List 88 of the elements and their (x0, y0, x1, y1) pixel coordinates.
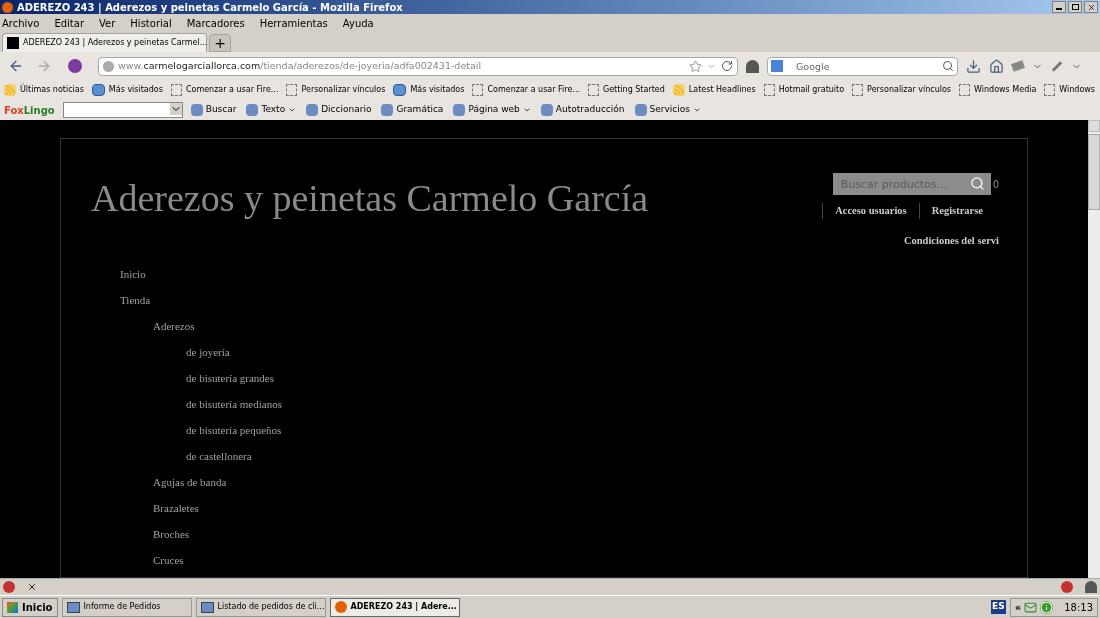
nav-link[interactable]: Cruces (153, 546, 1027, 573)
page-icon (170, 84, 182, 96)
scrollbar[interactable] (1088, 120, 1100, 578)
site-title: Aderezos y peinetas Carmelo García (91, 179, 649, 221)
download-icon[interactable] (966, 58, 981, 74)
minimize-icon (1056, 8, 1062, 10)
address-bar[interactable]: www.carmelogarciallorca.com/tienda/aderezos/de-joyeria/adfa002431-detail (98, 56, 738, 76)
new-tab-button[interactable]: + (209, 34, 231, 52)
clock: 18:13 (1064, 600, 1093, 615)
toolbar-button[interactable]: Texto (246, 103, 299, 117)
foxlingo-logo[interactable]: FoxLingo (4, 102, 55, 118)
page-icon (1044, 84, 1056, 96)
toolbar-button[interactable]: Buscar (190, 103, 239, 117)
page-icon (852, 84, 864, 96)
bookmark[interactable]: Windows Media (959, 84, 1037, 96)
bookmark-star-icon[interactable] (689, 59, 702, 73)
nav-link[interactable]: Tienda (120, 286, 1027, 313)
page-icon (472, 84, 484, 96)
foxlingo-input[interactable] (62, 102, 183, 118)
mail-icon[interactable] (1024, 600, 1038, 614)
home-icon[interactable] (989, 58, 1004, 74)
terms-link[interactable]: Condiciones del servi (903, 232, 999, 249)
reload-icon[interactable] (721, 60, 733, 72)
menu-item[interactable]: Ayuda (342, 15, 374, 31)
close-button[interactable] (1084, 1, 1098, 13)
cart-count: 0 (992, 177, 999, 192)
nav-link[interactable]: de castellonera (186, 442, 1027, 469)
feed-icon (4, 84, 16, 96)
bookmark[interactable]: Windows (1044, 84, 1096, 96)
bookmark[interactable]: Personalizar vínculos (852, 84, 952, 96)
caret-icon (692, 106, 701, 114)
nav-link[interactable]: Brazaletes (153, 494, 1027, 521)
page-icon (763, 84, 775, 96)
bookmark[interactable]: Comenzar a usar Fire... (170, 84, 279, 96)
bookmark[interactable]: Latest Headlines (672, 84, 756, 96)
toolbar-button[interactable]: Página web (453, 103, 533, 117)
menu-item[interactable]: Herramientas (259, 15, 328, 31)
bookmark[interactable]: Últimas noticias (4, 84, 84, 96)
bookmark[interactable]: Más visitados (393, 84, 465, 96)
browser-tab[interactable]: ADEREZO 243 | Aderezos y peinetas Carmel... (2, 33, 207, 52)
page-icon (587, 84, 599, 96)
taskbar-button[interactable]: ADEREZO 243 | Adere... (329, 597, 460, 617)
nav-link[interactable]: Broches (153, 520, 1027, 547)
bookmark[interactable]: Getting Started (587, 84, 665, 96)
taskbar-button[interactable]: Informe de Pedidos (61, 597, 192, 617)
menu-item[interactable]: Editar (54, 15, 84, 31)
menu-item[interactable]: Historial (130, 15, 172, 31)
toolbar-button[interactable]: Diccionario (306, 103, 374, 117)
expand-tray-button[interactable]: « (1014, 599, 1022, 615)
taskbar-button[interactable]: Listado de pedidos de cli... (195, 597, 326, 617)
feed-icon (672, 84, 685, 96)
nav-link[interactable]: Aderezos (153, 312, 1027, 339)
window-title: ADEREZO 243 | Aderezos y peinetas Carmelo García - Mozilla Firefox (17, 0, 403, 15)
toolbar-button[interactable]: Autotraducción (540, 103, 627, 117)
menu-item[interactable]: Archivo (2, 15, 40, 31)
nav-link[interactable]: Inicio (120, 260, 1027, 287)
bookmark[interactable]: Comenzar a usar Fire... (472, 84, 580, 96)
bookmark[interactable]: Hotmail gratuito (763, 84, 845, 96)
nav-link[interactable]: de bisutería grandes (186, 364, 1027, 391)
bookmark[interactable]: Más visitados (91, 84, 163, 96)
toolbar-button[interactable]: Gramática (381, 103, 446, 117)
caret-icon (288, 106, 297, 114)
dropdown-icon[interactable] (169, 103, 182, 115)
nav-link[interactable]: Agujas de banda (153, 468, 1027, 495)
page-icon (286, 84, 298, 96)
caret-icon (522, 106, 531, 114)
info-icon[interactable] (1040, 600, 1054, 614)
nav-link[interactable]: de joyería (186, 338, 1027, 365)
site-icon (7, 37, 19, 49)
language-indicator[interactable]: ES (991, 600, 1006, 614)
page-icon (959, 84, 971, 96)
start-button[interactable]: Inicio (2, 597, 58, 617)
menu-item[interactable]: Marcadores (186, 15, 245, 31)
toolbar-button[interactable]: Servicios (634, 103, 703, 117)
close-icon[interactable] (27, 582, 37, 592)
menu-item[interactable]: Ver (99, 15, 116, 31)
globe-icon (103, 60, 114, 72)
nav-link[interactable]: de bisutería medianos (186, 390, 1027, 417)
maximize-button[interactable] (1068, 1, 1082, 13)
bookmark[interactable]: Personalizar vínculos (286, 84, 386, 96)
close-icon (1086, 2, 1096, 12)
search-engine-field[interactable]: Google (767, 56, 958, 76)
maximize-icon (1071, 4, 1079, 10)
header-link[interactable]: Registrarse (918, 203, 995, 219)
nav-link[interactable]: de bisutería pequeños (186, 416, 1027, 443)
header-link[interactable]: Acceso usuarios (822, 203, 919, 219)
back-icon[interactable] (8, 58, 24, 74)
minimize-button[interactable] (1052, 1, 1066, 13)
